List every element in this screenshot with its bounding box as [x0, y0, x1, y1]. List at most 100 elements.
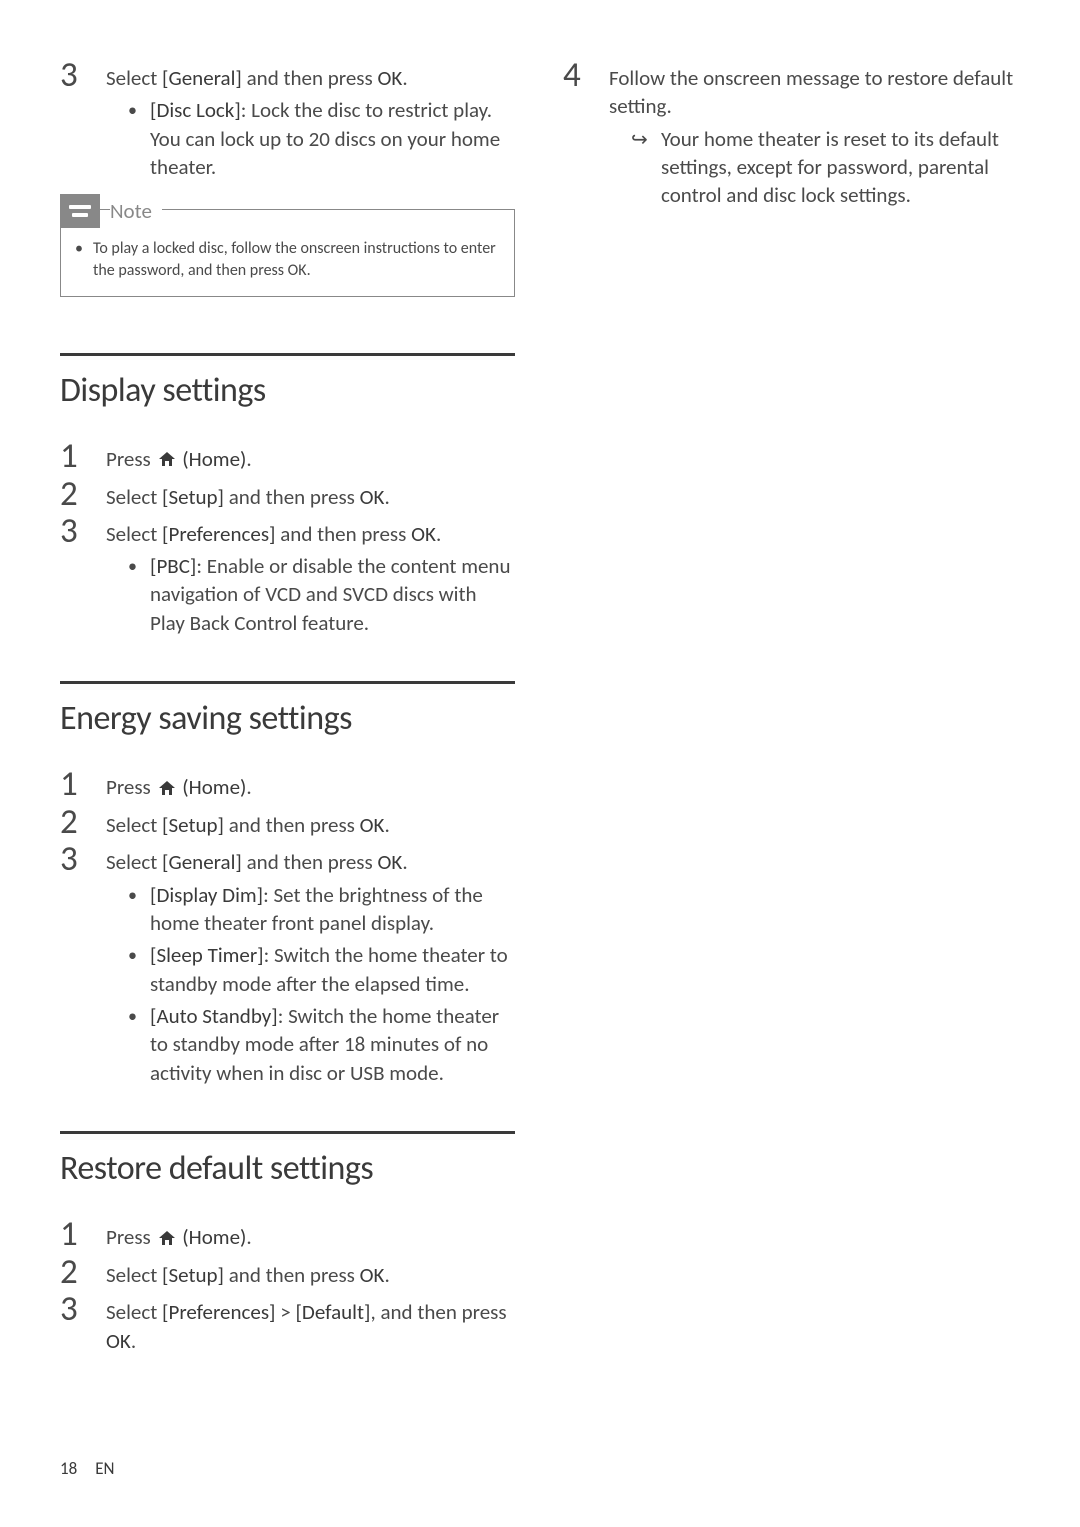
step-body: Select [Setup] and then press OK. [106, 805, 515, 839]
step-body: Press (Home). [106, 439, 515, 475]
option-disc-lock: [Disc Lock] [150, 97, 241, 123]
ok-button-label: OK [288, 261, 307, 280]
text: Select [106, 812, 162, 838]
text: and then press [242, 849, 378, 875]
ok-button-label: OK [360, 1262, 385, 1288]
home-icon [158, 446, 176, 474]
list-item: • [PBC]: Enable or disable the content m… [128, 552, 515, 637]
section-divider [60, 353, 515, 356]
left-column: 3 Select [General] and then press OK. • … [60, 58, 515, 1357]
text: Press [106, 1224, 156, 1250]
sub-text: [Display Dim]: Set the brightness of the… [150, 881, 515, 938]
text: > [275, 1299, 295, 1325]
step-body: Select [General] and then press OK. • [D… [106, 58, 515, 185]
text: Select [106, 65, 162, 91]
ok-button-label: OK [411, 521, 436, 547]
menu-setup: [Setup] [162, 1262, 224, 1288]
ok-button-label: OK [106, 1328, 131, 1354]
text: . [131, 1328, 136, 1354]
sub-text: [Auto Standby]: Switch the home theater … [150, 1002, 515, 1087]
section-divider [60, 1131, 515, 1134]
text: . [246, 774, 251, 800]
step-body: Follow the onscreen message to restore d… [609, 58, 1020, 210]
step-body: Select [Setup] and then press OK. [106, 1255, 515, 1289]
sub-list: • [PBC]: Enable or disable the content m… [106, 552, 515, 637]
display-step-3: 3 Select [Preferences] and then press OK… [60, 514, 515, 641]
note-icon [60, 194, 100, 228]
text: Press [106, 446, 156, 472]
page-content: 3 Select [General] and then press OK. • … [0, 0, 1080, 1397]
text: . [384, 484, 389, 510]
text: and then press [224, 484, 360, 510]
step-number: 2 [60, 477, 106, 512]
note-header: Note [61, 194, 514, 234]
restore-step-4: 4 Follow the onscreen message to restore… [563, 58, 1020, 210]
result-text: Your home theater is reset to its defaul… [661, 125, 1020, 210]
text: and then press [242, 65, 378, 91]
sub-list: • [Display Dim]: Set the brightness of t… [106, 881, 515, 1087]
option-display-dim: [Display Dim] [150, 882, 263, 908]
bullet-icon: • [75, 238, 93, 260]
text: and then press [275, 521, 411, 547]
text: Select [106, 849, 162, 875]
text: . [402, 849, 407, 875]
text: . [384, 1262, 389, 1288]
text: and then press [224, 1262, 360, 1288]
home-label: (Home) [182, 1224, 246, 1250]
step-body: Select [Setup] and then press OK. [106, 477, 515, 511]
note-text: To play a locked disc, follow the onscre… [93, 238, 500, 281]
menu-general: [General] [162, 849, 242, 875]
language-code: EN [95, 1458, 114, 1479]
display-step-1: 1 Press (Home). [60, 439, 515, 475]
text: Select [106, 484, 162, 510]
step-number: 3 [60, 514, 106, 549]
energy-step-1: 1 Press (Home). [60, 767, 515, 803]
result-item: ↪ Your home theater is reset to its defa… [631, 125, 1020, 210]
restore-step-2: 2 Select [Setup] and then press OK. [60, 1255, 515, 1290]
bullet-icon: • [128, 881, 150, 907]
step-number: 1 [60, 439, 106, 474]
sub-text: [Disc Lock]: Lock the disc to restrict p… [150, 96, 515, 181]
ok-button-label: OK [377, 849, 402, 875]
menu-setup: [Setup] [162, 484, 224, 510]
text: Select [106, 1262, 162, 1288]
text: Select [106, 1299, 162, 1325]
ok-button-label: OK [360, 812, 385, 838]
section-title-energy: Energy saving settings [60, 698, 515, 739]
text: . [246, 446, 251, 472]
text: . [384, 812, 389, 838]
arrow-right-icon: ↪ [631, 125, 661, 154]
text: Select [106, 521, 162, 547]
ok-button-label: OK [360, 484, 385, 510]
energy-step-2: 2 Select [Setup] and then press OK. [60, 805, 515, 840]
home-label: (Home) [182, 774, 246, 800]
text: Press [106, 774, 156, 800]
step-number: 1 [60, 767, 106, 802]
restore-step-1: 1 Press (Home). [60, 1217, 515, 1253]
menu-setup: [Setup] [162, 812, 224, 838]
step-number: 2 [60, 805, 106, 840]
text: , and then press [370, 1299, 506, 1325]
step-body: Select [Preferences] and then press OK. … [106, 514, 515, 641]
menu-general: [General] [162, 65, 242, 91]
step-body: Select [Preferences] > [Default], and th… [106, 1292, 515, 1355]
right-column: 4 Follow the onscreen message to restore… [563, 58, 1020, 1357]
list-item: • [Sleep Timer]: Switch the home theater… [128, 941, 515, 998]
text: . [307, 261, 311, 280]
page-footer: 18 EN [60, 1458, 115, 1479]
step-number: 1 [60, 1217, 106, 1252]
option-pbc: [PBC] [150, 553, 196, 579]
text: : Enable or disable the content menu nav… [150, 553, 511, 636]
text: . [402, 65, 407, 91]
step-body: Select [General] and then press OK. • [D… [106, 842, 515, 1091]
bullet-icon: • [128, 552, 150, 578]
step-number: 2 [60, 1255, 106, 1290]
step-number: 3 [60, 1292, 106, 1327]
home-icon [158, 1225, 176, 1253]
list-item: • [Auto Standby]: Switch the home theate… [128, 1002, 515, 1087]
restore-step-3: 3 Select [Preferences] > [Default], and … [60, 1292, 515, 1355]
note-label: Note [110, 198, 162, 224]
page-number: 18 [60, 1458, 77, 1479]
bullet-icon: • [128, 941, 150, 967]
sub-list: • [Disc Lock]: Lock the disc to restrict… [106, 96, 515, 181]
